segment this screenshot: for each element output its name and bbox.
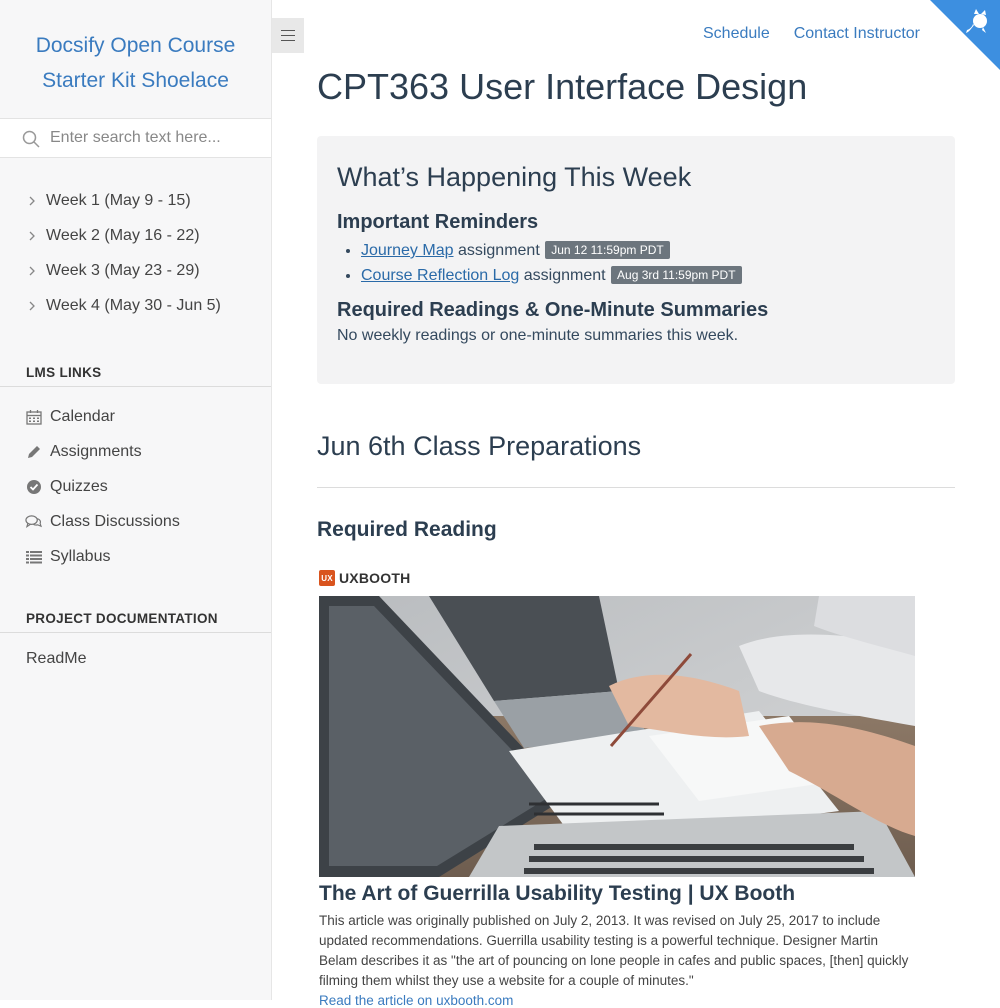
sidebar-item-label: Class Discussions (50, 512, 180, 530)
reminder-text: assignment (453, 242, 545, 259)
nav-link-schedule[interactable]: Schedule (703, 25, 770, 43)
journey-map-link[interactable]: Journey Map (361, 242, 454, 259)
search-input[interactable] (0, 119, 271, 157)
required-reading-heading: Required Reading (317, 518, 497, 541)
list-item: Course Reflection Log assignment Aug 3rd… (361, 265, 935, 290)
hamburger-icon-line (281, 30, 295, 31)
card-source: UX UXBOOTH (319, 568, 915, 588)
sidebar-item-class-discussions[interactable]: Class Discussions (0, 504, 271, 539)
class-preparations-heading: Jun 6th Class Preparations (317, 431, 955, 488)
laptops-meeting-image (319, 596, 915, 877)
sidebar-item-calendar[interactable]: Calendar (0, 399, 271, 434)
reminders-heading: Important Reminders (337, 211, 539, 233)
hamburger-icon-line (281, 35, 295, 36)
sidebar-item-quizzes[interactable]: Quizzes (0, 469, 271, 504)
link-preview-card[interactable]: UX UXBOOTH The Art of Guerrilla Usabilit… (319, 568, 915, 1008)
sidebar-item-label: Week 3 (May 23 - 29) (46, 261, 200, 279)
card-read-more-link[interactable]: Read the article on uxbooth.com (319, 993, 915, 1008)
sidebar-item-assignments[interactable]: Assignments (0, 434, 271, 469)
comments-icon (25, 513, 42, 530)
sidebar-item-label: Week 1 (May 9 - 15) (46, 191, 191, 209)
top-nav: Schedule Contact Instructor (703, 25, 920, 43)
sidebar-item-syllabus[interactable]: Syllabus (0, 539, 271, 574)
search-box (0, 118, 271, 158)
reminders-list: Journey Map assignment Jun 12 11:59pm PD… (337, 240, 935, 290)
sidebar-item-label: Week 4 (May 30 - Jun 5) (46, 296, 221, 314)
chevron-right-icon (26, 230, 38, 242)
search-icon (22, 130, 40, 148)
sidebar-toggle-button[interactable] (272, 18, 304, 53)
sidebar-item-label: Calendar (50, 407, 115, 425)
readings-heading: Required Readings & One-Minute Summaries (337, 299, 769, 321)
reminder-text: assignment (519, 267, 611, 284)
check-circle-icon (25, 478, 42, 495)
course-reflection-log-link[interactable]: Course Reflection Log (361, 267, 519, 284)
app-name-link-line1[interactable]: Docsify Open Course (0, 28, 271, 63)
sidebar-item-week-1[interactable]: Week 1 (May 9 - 15) (0, 183, 271, 218)
sidebar-item-week-3[interactable]: Week 3 (May 23 - 29) (0, 253, 271, 288)
readings-text: No weekly readings or one-minute summari… (337, 327, 739, 344)
calendar-icon (25, 408, 42, 425)
due-date-badge: Aug 3rd 11:59pm PDT (611, 266, 742, 284)
page-title: CPT363 User Interface Design (317, 66, 808, 107)
week-list: Week 1 (May 9 - 15) Week 2 (May 16 - 22)… (0, 158, 271, 323)
chevron-right-icon (26, 265, 38, 277)
weekly-callout: What’s Happening This Week Important Rem… (317, 136, 955, 384)
due-date-badge: Jun 12 11:59pm PDT (545, 241, 670, 259)
card-title[interactable]: The Art of Guerrilla Usability Testing |… (319, 881, 915, 907)
uxbooth-logo-icon: UX (319, 570, 335, 586)
card-description: This article was originally published on… (319, 913, 909, 988)
sidebar-item-week-4[interactable]: Week 4 (May 30 - Jun 5) (0, 288, 271, 323)
lms-links-heading: LMS LINKS (0, 364, 271, 387)
hamburger-icon-line (281, 40, 295, 41)
list-item: Journey Map assignment Jun 12 11:59pm PD… (361, 240, 935, 265)
project-documentation-heading: PROJECT DOCUMENTATION (0, 610, 271, 633)
list-icon (25, 548, 42, 565)
sidebar-item-label: Assignments (50, 442, 142, 460)
chevron-right-icon (26, 300, 38, 312)
app-name: Docsify Open Course Starter Kit Shoelace (0, 0, 271, 118)
sidebar-item-readme[interactable]: ReadMe (0, 650, 271, 674)
sidebar-item-label: Week 2 (May 16 - 22) (46, 226, 200, 244)
sidebar-item-label: Quizzes (50, 477, 108, 495)
sidebar: Docsify Open Course Starter Kit Shoelace… (0, 0, 272, 1000)
project-documentation-list: ReadMe (0, 633, 271, 674)
pencil-icon (25, 443, 42, 460)
chevron-right-icon (26, 195, 38, 207)
github-corner-icon[interactable] (930, 0, 1000, 70)
callout-heading: What’s Happening This Week (337, 162, 692, 192)
app-name-link-line2[interactable]: Starter Kit Shoelace (0, 63, 271, 98)
nav-link-contact-instructor[interactable]: Contact Instructor (794, 25, 920, 43)
sidebar-item-label: Syllabus (50, 547, 111, 565)
card-image[interactable] (319, 596, 915, 877)
sidebar-item-week-2[interactable]: Week 2 (May 16 - 22) (0, 218, 271, 253)
lms-links-list: Calendar Assignments Quizzes Class Discu… (0, 387, 271, 574)
card-source-label: UXBOOTH (339, 570, 411, 586)
